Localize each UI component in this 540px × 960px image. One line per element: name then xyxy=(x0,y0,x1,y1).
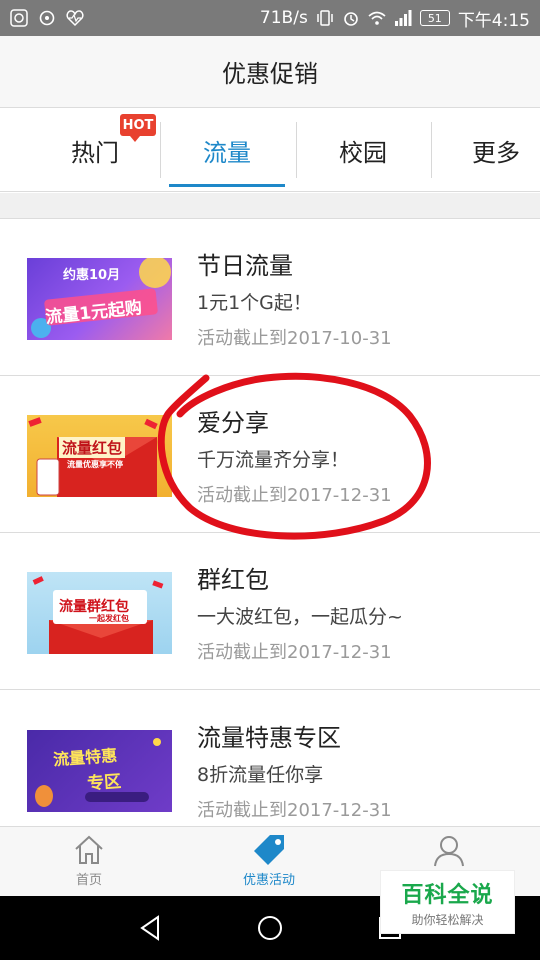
banner-headline: 流量红包 xyxy=(59,437,126,458)
nav-home-label: 首页 xyxy=(75,873,102,888)
banner-headline: 流量特惠 xyxy=(52,745,118,770)
promo-banner-image: 流量群红包 一起发红包 xyxy=(27,572,172,654)
promo-item-festival-data[interactable]: 约惠10月 流量1元起购 节日流量 1元1个G起！ 活动截止到2017-10-3… xyxy=(0,220,540,376)
promo-banner-image: 流量红包 流量优惠享不停 xyxy=(27,415,172,497)
promo-banner-image: 流量特惠 专区 xyxy=(27,730,172,812)
tab-campus[interactable]: 校园 xyxy=(305,108,421,192)
promo-description: 千万流量齐分享！ xyxy=(197,449,350,471)
clock: 下午4:15 xyxy=(457,10,530,31)
promo-item-data-discount[interactable]: 流量特惠 专区 流量特惠专区 8折流量任你享 活动截止到2017-12-31 xyxy=(0,692,540,826)
home-icon xyxy=(75,835,103,864)
banner-headline: 约惠10月 xyxy=(63,268,121,283)
page-title: 优惠促销 xyxy=(222,60,318,88)
banner-subline: 专区 xyxy=(86,771,122,795)
tab-divider xyxy=(296,122,297,178)
promo-title: 流量特惠专区 xyxy=(197,724,341,752)
promo-banner-image: 约惠10月 流量1元起购 xyxy=(27,258,172,340)
promo-item-group-redpacket[interactable]: 流量群红包 一起发红包 群红包 一大波红包，一起瓜分~ 活动截止到2017-12… xyxy=(0,534,540,690)
hot-badge: HOT xyxy=(120,114,156,142)
tag-icon xyxy=(254,835,284,865)
app-notification-icon xyxy=(10,9,28,27)
watermark-subtitle: 助你轻松解决 xyxy=(411,912,484,927)
vibrate-icon xyxy=(317,10,333,26)
nav-home[interactable]: 首页 xyxy=(29,827,149,897)
nav-promotions-label: 优惠活动 xyxy=(242,873,295,888)
tab-divider xyxy=(431,122,432,178)
promo-description: 1元1个G起！ xyxy=(197,292,312,314)
section-gap xyxy=(0,193,540,219)
promo-title: 群红包 xyxy=(197,566,269,594)
tab-divider xyxy=(160,122,161,178)
heart-rate-icon xyxy=(66,10,84,27)
app-header: 优惠促销 xyxy=(0,36,540,108)
home-button-icon[interactable] xyxy=(256,914,284,942)
promo-deadline: 活动截止到2017-12-31 xyxy=(197,642,392,663)
battery-icon: 51 xyxy=(419,10,450,26)
active-tab-indicator xyxy=(169,184,285,187)
promo-deadline: 活动截止到2017-12-31 xyxy=(197,800,392,821)
watermark-title: 百科全说 xyxy=(401,882,494,908)
network-speed: 71B/s xyxy=(259,8,308,28)
status-bar: 71B/s 51 下午4:15 xyxy=(0,0,540,36)
nav-promotions[interactable]: 优惠活动 xyxy=(209,827,329,897)
promo-description: 一大波红包，一起瓜分~ xyxy=(197,606,403,628)
promo-deadline: 活动截止到2017-10-31 xyxy=(197,328,392,349)
promo-title: 节日流量 xyxy=(197,252,293,280)
wifi-icon xyxy=(368,11,386,25)
promo-deadline: 活动截止到2017-12-31 xyxy=(197,485,392,506)
signal-icon xyxy=(394,10,412,26)
alarm-icon xyxy=(344,12,358,26)
tab-data[interactable]: 流量 xyxy=(169,108,285,192)
banner-subline: 一起发红包 xyxy=(89,614,129,623)
back-icon[interactable] xyxy=(138,915,162,941)
banner-subline: 流量优惠享不停 xyxy=(67,460,123,469)
watermark-logo: 百科全说 助你轻松解决 xyxy=(380,870,515,934)
sync-icon xyxy=(39,10,55,26)
promo-description: 8折流量任你享 xyxy=(197,764,324,786)
tab-more[interactable]: 更多 xyxy=(440,108,540,192)
promo-title: 爱分享 xyxy=(197,409,269,437)
promo-item-share[interactable]: 流量红包 流量优惠享不停 爱分享 千万流量齐分享！ 活动截止到2017-12-3… xyxy=(0,377,540,533)
user-icon xyxy=(434,836,464,867)
category-tabs: 热门 流量 校园 更多 xyxy=(0,108,540,192)
